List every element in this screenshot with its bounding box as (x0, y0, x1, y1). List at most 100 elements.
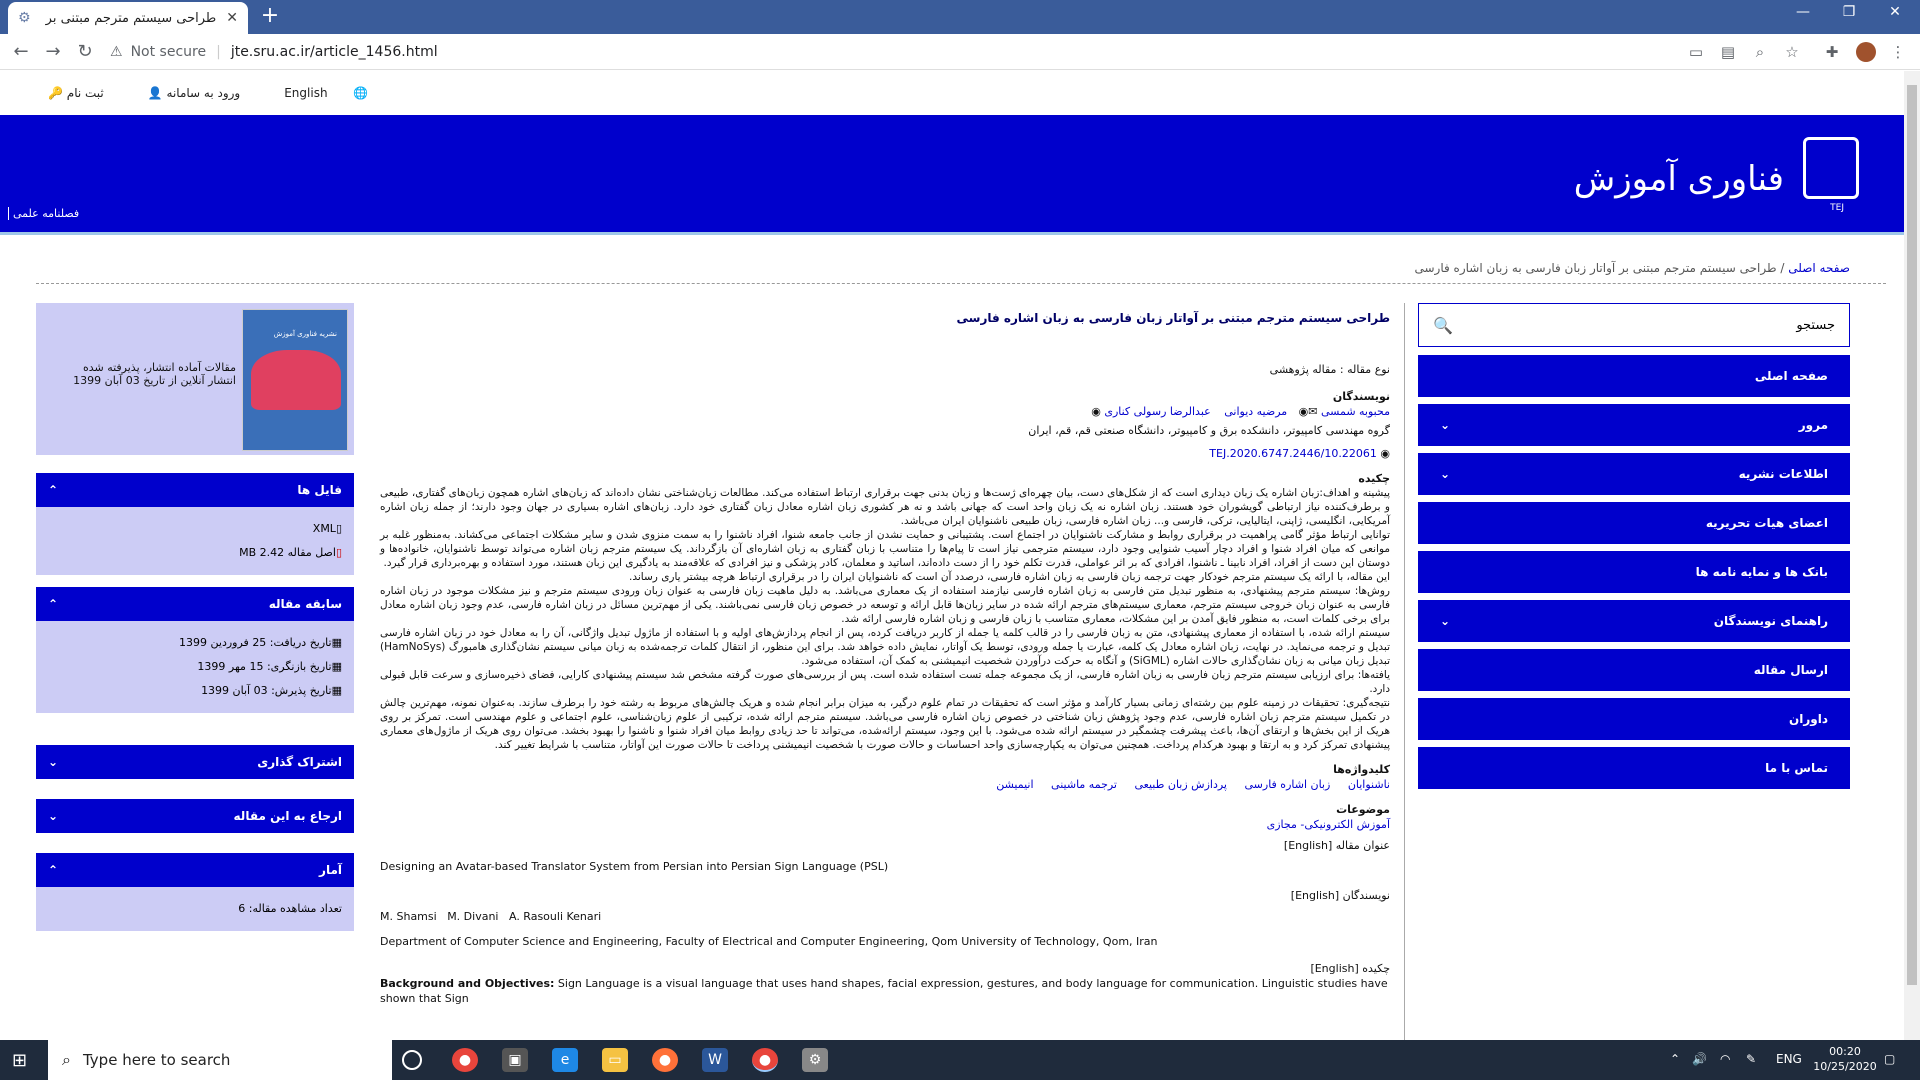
bookmark-star-icon[interactable]: ☆ (1782, 43, 1802, 61)
login-link[interactable]: 👤 ورود به سامانه (148, 86, 262, 100)
cast-icon[interactable]: ▭ (1686, 43, 1706, 61)
chrome-active-icon[interactable]: ● (752, 1048, 778, 1072)
author-en[interactable]: M. Divani (447, 910, 498, 923)
page-scrollbar[interactable] (1904, 71, 1920, 1040)
article-title: طراحی سیستم مترجم مبتنی بر آواتار زبان ف… (956, 311, 1390, 325)
english-link[interactable]: English 🌐 (284, 86, 368, 100)
author-en[interactable]: M. Shamsi (380, 910, 437, 923)
files-header[interactable]: فایل ها ⌃ (36, 473, 354, 507)
search-input[interactable]: جستجو 🔍 (1418, 303, 1850, 347)
clock[interactable]: 00:20 10/25/2020 (1810, 1044, 1880, 1074)
extensions-icon[interactable]: ✚ (1822, 43, 1842, 61)
menu-item-home[interactable]: صفحه اصلی (1418, 355, 1850, 397)
close-window-button[interactable]: ✕ (1872, 4, 1918, 20)
store-icon[interactable]: ▣ (502, 1048, 528, 1072)
journal-name[interactable]: فناوری آموزش (1574, 159, 1784, 199)
abstract-en-heading: Background and Objectives: (380, 977, 555, 990)
file-label: اصل مقاله 2.42 MB (239, 546, 336, 559)
menu-label: راهنمای نویسندگان (1713, 614, 1828, 628)
back-icon[interactable]: ← (10, 41, 32, 62)
windows-taskbar: ⊞ ⌕ Type here to search ● ▣ e ▭ ● W ● ⚙ … (0, 1040, 1920, 1080)
taskbar-search-input[interactable]: ⌕ Type here to search (48, 1040, 392, 1080)
author-en[interactable]: A. Rasouli Kenari (509, 910, 601, 923)
url-field[interactable]: ⚠ Not secure | jte.sru.ac.ir/article_145… (110, 38, 1670, 66)
site-favicon-icon: ⚙ (18, 10, 31, 26)
menu-label: ارسال مقاله (1753, 663, 1828, 677)
edge-icon[interactable]: e (552, 1048, 578, 1072)
forward-icon[interactable]: → (42, 41, 64, 62)
left-sidebar: نشریه فناوری آموزش مقالات آماده انتشار، … (36, 303, 354, 943)
zoom-icon[interactable]: ⌕ (1750, 43, 1770, 61)
tab-close-icon[interactable]: ✕ (226, 10, 238, 26)
menu-item-browse[interactable]: مرور ⌄ (1418, 404, 1850, 446)
notification-icon[interactable]: ▢ (1884, 1052, 1895, 1066)
xml-file-link[interactable]: ▯XML (48, 517, 342, 541)
cite-header[interactable]: ارجاع به این مقاله ⌄ (36, 799, 354, 833)
menu-item-author-guide[interactable]: راهنمای نویسندگان ⌄ (1418, 600, 1850, 642)
keywords-label: کلیدواژه‌ها (1333, 763, 1390, 776)
keyword-link[interactable]: انیمیشن (996, 778, 1033, 791)
keyword-link[interactable]: ناشنوایان (1348, 778, 1390, 791)
stats-header[interactable]: آمار ⌃ (36, 853, 354, 887)
minimize-button[interactable]: — (1780, 4, 1826, 20)
right-sidebar: جستجو 🔍 صفحه اصلی مرور ⌄ اطلاعات نشریه ⌄ ا… (1418, 303, 1850, 796)
subject-link[interactable]: آموزش الکترونیکی- مجازی (380, 817, 1390, 832)
journal-logo-icon (1803, 137, 1859, 199)
journal-cover-image[interactable]: نشریه فناوری آموزش (242, 309, 348, 451)
orcid-icon[interactable]: ◉ (1091, 405, 1101, 418)
author-link[interactable]: مرضیه دیوانی (1224, 405, 1287, 418)
search-icon[interactable]: 🔍 (1433, 316, 1453, 335)
pen-icon[interactable]: ✎ (1746, 1052, 1756, 1066)
quarterly-tag: فصلنامه علمی (8, 207, 79, 220)
cover-title: نشریه فناوری آموزش (273, 330, 337, 338)
language-indicator[interactable]: ENG (1776, 1052, 1802, 1066)
menu-item-editorial-board[interactable]: اعضای هیات تحریریه (1418, 502, 1850, 544)
firefox-icon[interactable]: ● (652, 1048, 678, 1072)
issue-info[interactable]: مقالات آماده انتشار، پذیرفته شده انتشار … (66, 361, 236, 387)
chevron-up-icon: ⌃ (48, 597, 59, 611)
reload-icon[interactable]: ↻ (74, 41, 96, 62)
menu-item-contact[interactable]: تماس با ما (1418, 747, 1850, 789)
profile-avatar[interactable] (1856, 42, 1876, 62)
stats-head-label: آمار (319, 863, 342, 877)
volume-icon[interactable]: 🔊 (1692, 1052, 1707, 1066)
app-icon[interactable]: ⚙ (802, 1048, 828, 1072)
menu-item-journal-info[interactable]: اطلاعات نشریه ⌄ (1418, 453, 1850, 495)
browser-tab[interactable]: ⚙ طراحی سیستم مترجم مبتنی بر آوا... ✕ (8, 2, 248, 34)
chevron-down-icon: ⌄ (48, 809, 59, 823)
tray-chevron-icon[interactable]: ⌃ (1670, 1052, 1680, 1066)
share-header[interactable]: اشتراک گذاری ⌄ (36, 745, 354, 779)
wifi-icon[interactable]: ◠ (1720, 1052, 1730, 1066)
register-link[interactable]: 🔑 ثبت نام (48, 86, 126, 100)
article-main: طراحی سیستم مترجم مبتنی بر آواتار زبان ف… (380, 303, 1390, 1006)
history-header[interactable]: سابقه مقاله ⌃ (36, 587, 354, 621)
author-link[interactable]: عبدالرضا رسولی کناری (1104, 405, 1210, 418)
new-tab-button[interactable]: + (258, 4, 282, 28)
word-icon[interactable]: W (702, 1048, 728, 1072)
keyword-link[interactable]: زبان اشاره فارسی (1245, 778, 1331, 791)
translate-icon[interactable]: ▤ (1718, 43, 1738, 61)
pdf-file-link[interactable]: ▯اصل مقاله 2.42 MB (48, 541, 342, 565)
menu-item-submit[interactable]: ارسال مقاله (1418, 649, 1850, 691)
windows-start-icon[interactable]: ⊞ (12, 1050, 34, 1071)
breadcrumb-home[interactable]: صفحه اصلی (1788, 261, 1850, 275)
menu-item-indexing[interactable]: بانک ها و نمایه نامه ها (1418, 551, 1850, 593)
author-link[interactable]: محبوبه شمسی (1321, 405, 1390, 418)
column-divider (1404, 303, 1405, 1040)
scrollbar-thumb[interactable] (1907, 85, 1917, 985)
keyword-link[interactable]: ترجمه ماشینی (1051, 778, 1117, 791)
cortana-icon[interactable] (402, 1050, 422, 1070)
email-icon[interactable]: ✉◉ (1295, 405, 1318, 418)
keyword-link[interactable]: پردازش زبان طبیعی (1135, 778, 1228, 791)
menu-kebab-icon[interactable]: ⋮ (1888, 43, 1908, 61)
maximize-button[interactable]: ❐ (1826, 4, 1872, 20)
doi-link[interactable]: ◉ 10.22061/TEJ.2020.6747.2446 (380, 446, 1390, 461)
clock-time: 00:20 (1829, 1045, 1861, 1058)
cover-artwork (251, 350, 341, 410)
menu-item-reviewers[interactable]: داوران (1418, 698, 1850, 740)
file-explorer-icon[interactable]: ▭ (602, 1048, 628, 1072)
abstract-paragraph: توانایی ارتباط مؤثر گامی پراهمیت در برقر… (380, 529, 1390, 569)
file-label: XML (312, 522, 336, 535)
chrome-icon[interactable]: ● (452, 1048, 478, 1072)
